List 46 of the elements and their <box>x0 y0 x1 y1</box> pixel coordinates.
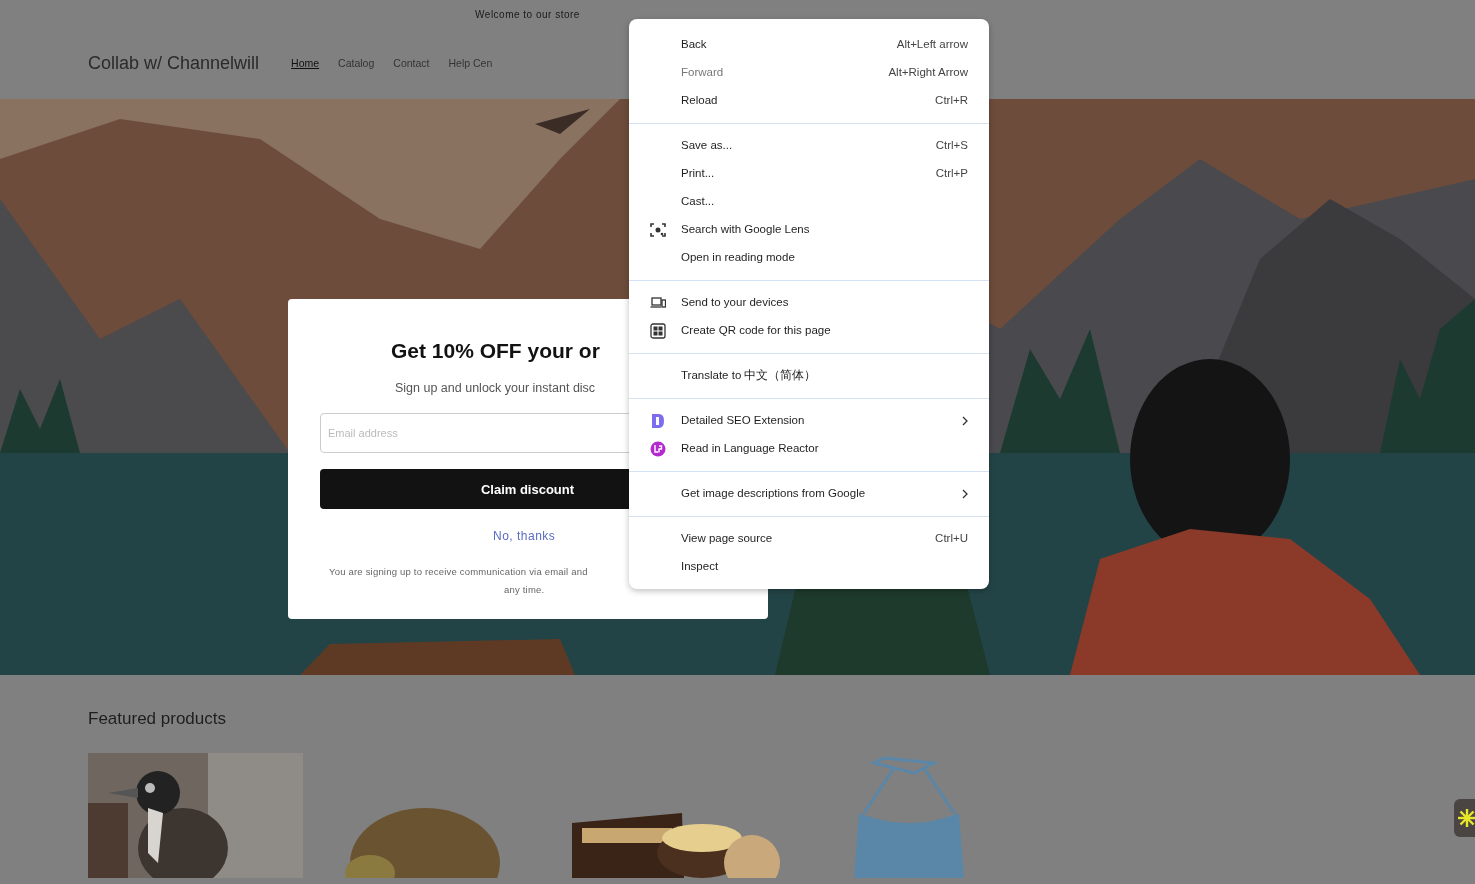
menu-item-label: Cast... <box>681 194 716 210</box>
menu-item[interactable]: Reload Ctrl+R <box>629 87 989 115</box>
extension-icon <box>650 441 666 457</box>
menu-item[interactable]: Save as... Ctrl+S <box>629 132 989 160</box>
camera-search-icon <box>650 222 666 238</box>
shortcut-text: Ctrl+R <box>935 93 968 109</box>
widget-button[interactable] <box>1454 799 1475 837</box>
menu-item-label: Search with Google Lens <box>681 222 811 238</box>
menu-item[interactable]: Back Alt+Left arrow <box>629 31 989 59</box>
menu-item-label: Inspect <box>681 559 720 575</box>
menu-item[interactable]: Open in reading mode <box>629 244 989 272</box>
devices-icon <box>650 295 666 311</box>
menu-item-label: Save as... <box>681 138 734 154</box>
menu-item-label: Back <box>681 37 708 53</box>
menu-item[interactable]: Print... Ctrl+P <box>629 160 989 188</box>
menu-item[interactable]: Create QR code for this page <box>629 317 989 345</box>
qr-code-icon <box>650 323 666 339</box>
popup-title: Get 10% OFF your or <box>391 338 601 364</box>
menu-item[interactable]: Send to your devices <box>629 289 989 317</box>
menu-item[interactable]: Translate to 中文（简体） <box>629 362 989 390</box>
nav-link-item[interactable]: Home <box>291 55 320 72</box>
menu-item-label: Translate to 中文（简体） <box>681 368 818 384</box>
shortcut-text: Ctrl+S <box>935 138 968 154</box>
shortcut-text: Alt+Right Arrow <box>888 65 968 81</box>
menu-item[interactable]: View page source Ctrl+U <box>629 525 989 553</box>
menu-item-label: Open in reading mode <box>681 250 796 266</box>
shortcut-text: Ctrl+P <box>935 166 968 182</box>
menu-item-label: View page source <box>681 531 774 547</box>
legal-text: any time. <box>504 582 545 597</box>
menu-item-label: Print... <box>681 166 716 182</box>
menu-item-label: Reload <box>681 93 719 109</box>
menu-item[interactable]: Inspect <box>629 553 989 581</box>
menu-item[interactable]: Search with Google Lens <box>629 216 989 244</box>
menu-item-label: Forward <box>681 65 725 81</box>
extension-icon <box>650 413 666 429</box>
section-title: Featured products <box>88 709 227 730</box>
shortcut-text: Ctrl+U <box>935 531 968 547</box>
menu-item[interactable]: Cast... <box>629 188 989 216</box>
announcement-text: Welcome to our store <box>475 7 580 22</box>
asterisk-icon <box>1458 809 1475 827</box>
legal-text: You are signing up to receive communication via email and <box>329 565 588 580</box>
shortcut-text: Alt+Left arrow <box>896 37 968 53</box>
popup-subtitle: Sign up and unlock your instant disc <box>395 379 597 397</box>
store-logo[interactable]: Collab w/ Channelwill <box>88 50 260 77</box>
menu-item-label: Create QR code for this page <box>681 323 832 339</box>
menu-item-label: Send to your devices <box>681 295 790 311</box>
